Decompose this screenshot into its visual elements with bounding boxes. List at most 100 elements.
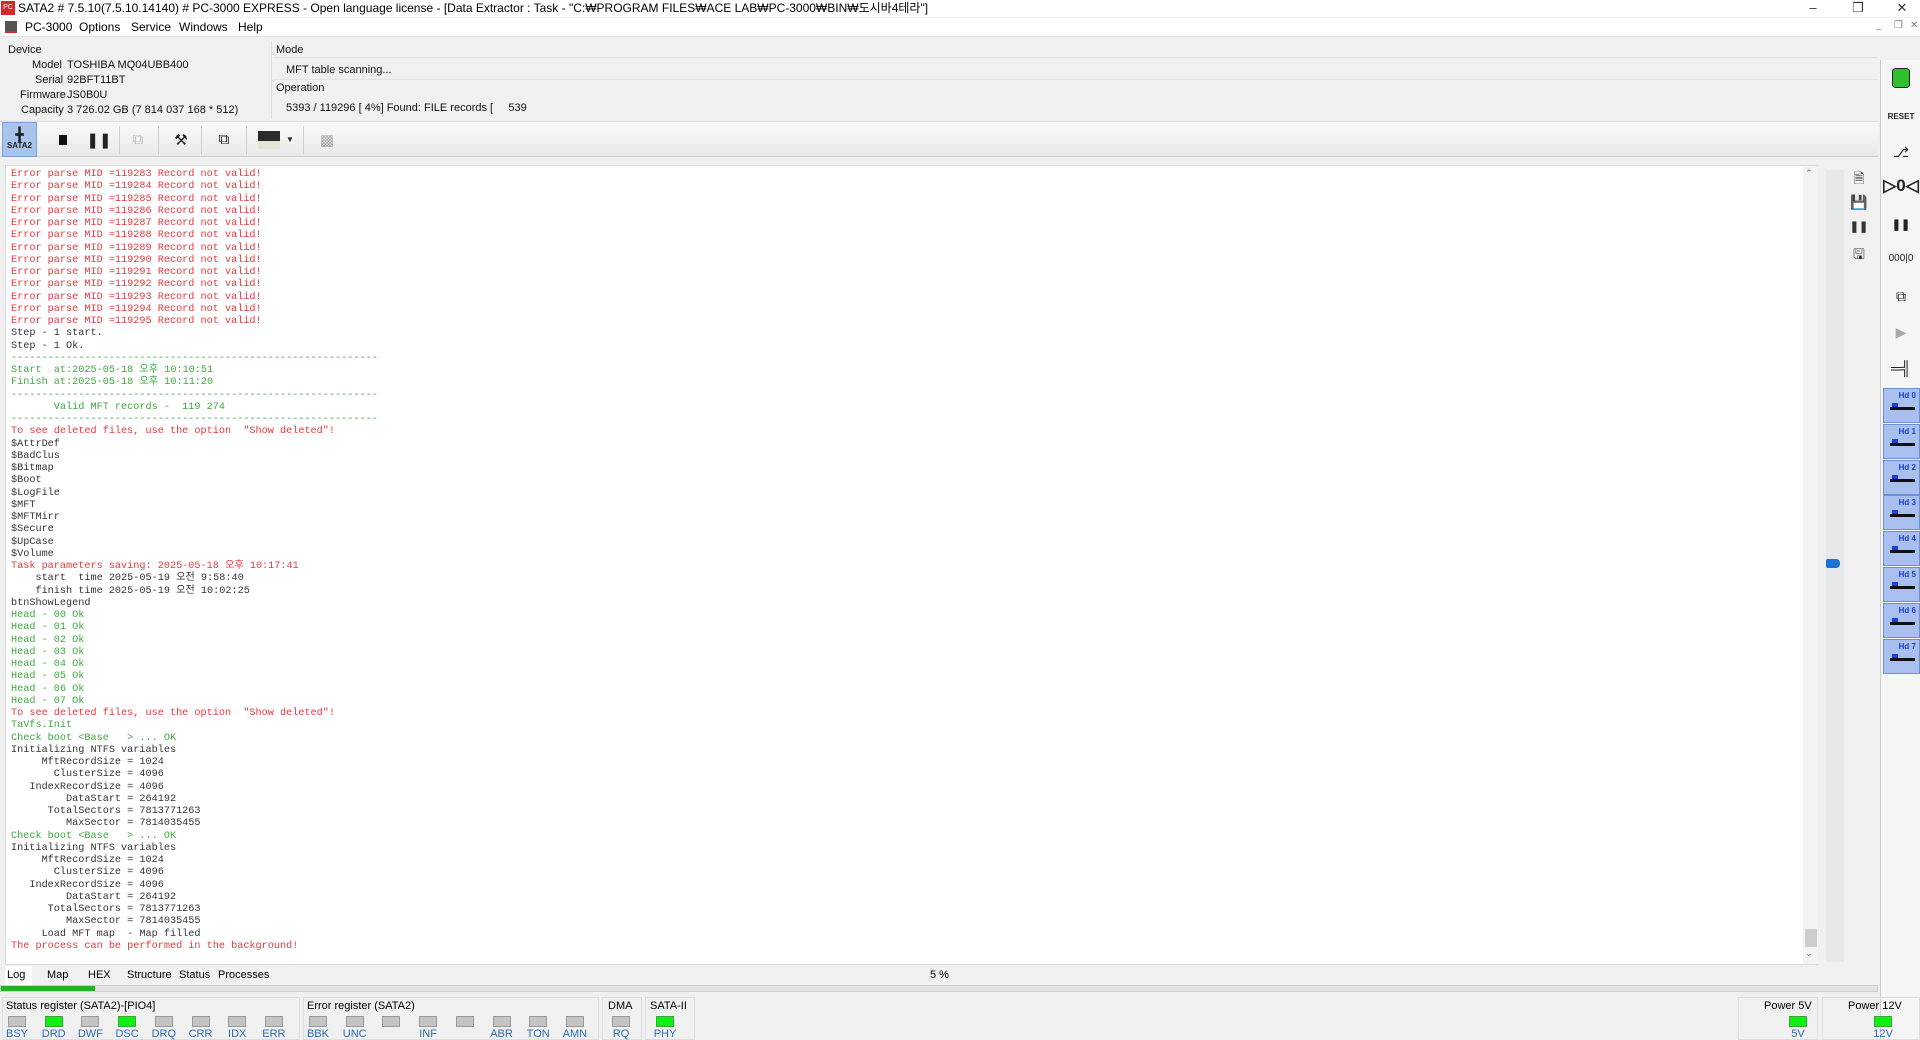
head-map-icon: ▩ (319, 131, 335, 149)
zero-button[interactable]: ▷0◁ (1883, 170, 1919, 202)
log-line: Head - 02 Ok (11, 634, 85, 646)
tab-hex[interactable]: HEX (86, 966, 113, 985)
scrollbar-thumb[interactable] (1805, 929, 1817, 947)
screen-button[interactable] (254, 122, 284, 157)
sector-button[interactable]: 000|0 (1883, 242, 1919, 274)
capacity-label: Capacity (21, 104, 64, 116)
tab-processes[interactable]: Processes (216, 966, 271, 985)
head-button-7[interactable]: Hd 7 (1883, 638, 1920, 674)
pause-right-button[interactable]: ❚❚ (1883, 208, 1919, 240)
head-button-3[interactable]: Hd 3 (1883, 495, 1920, 531)
led-rq (612, 1016, 630, 1027)
menu-pc3000[interactable]: PC-3000 (25, 20, 72, 35)
led-drd (44, 1016, 63, 1027)
log-line: Error parse MID =119292 Record not valid… (11, 279, 262, 291)
windows-icon: ⧉ (218, 131, 230, 148)
pause-log-icon[interactable]: ❚❚ (1848, 220, 1870, 240)
led-label: 12V (1873, 1028, 1893, 1040)
pages-button[interactable]: ⧉ (1883, 280, 1919, 312)
pause-button[interactable]: ❚❚ (81, 122, 117, 157)
drive-copy-button[interactable] (1883, 62, 1919, 94)
tab-structure[interactable]: Structure (125, 966, 174, 985)
open-file-icon[interactable]: 🗎 (1848, 168, 1870, 188)
log-line: Initializing NTFS variables (11, 744, 177, 756)
window-title: SATA2 # 7.5.10(7.5.10.14140) # PC-3000 E… (18, 1, 929, 15)
log-line: Error parse MID =119283 Record not valid… (11, 169, 262, 180)
led-blank (455, 1016, 474, 1027)
scroll-down-icon[interactable]: ⌄ (1805, 948, 1813, 959)
head-arm-icon (1890, 442, 1915, 446)
log-line: $AttrDef (11, 438, 60, 450)
log-line: Head - 04 Ok (11, 659, 85, 670)
log-line: $MFTMirr (11, 512, 60, 523)
log-line: Initializing NTFS variables (11, 842, 177, 854)
heads-button[interactable]: ═╣ (1883, 352, 1919, 384)
led-12v (1874, 1016, 1892, 1027)
save-icon[interactable]: 💾 (1848, 194, 1870, 214)
led-idx (228, 1016, 247, 1027)
toolbar: ╋ SATA2 ❚❚ ⧉ ⚒ ⧉ ▼ ▩ (0, 121, 1878, 157)
tools-button[interactable]: ⚒ (163, 122, 199, 157)
operation-value: 5393 / 119296 [ 4%] Found: FILE records … (286, 102, 527, 114)
menu-options[interactable]: Options (79, 20, 120, 35)
head-label: Hd 5 (1898, 570, 1916, 579)
head-map-button[interactable]: ▩ (309, 122, 345, 157)
mode-header: Mode (276, 44, 304, 56)
minimize-button[interactable]: – (1793, 0, 1833, 17)
head-button-1[interactable]: Hd 1 (1883, 423, 1920, 459)
menu-service[interactable]: Service (131, 20, 171, 35)
log-lines: Error parse MID =119283 Record not valid… (11, 169, 378, 953)
head-label: Hd 1 (1898, 426, 1916, 436)
menu-help[interactable]: Help (238, 20, 263, 35)
copy-windows-button[interactable]: ⧉ (206, 122, 242, 157)
tab-log[interactable]: Log (5, 966, 32, 985)
log-line: $LogFile (11, 487, 60, 499)
screen-dropdown[interactable]: ▼ (284, 122, 296, 157)
sector-icon: 000|0 (1888, 252, 1914, 264)
power-switch-button[interactable]: ⎇ (1883, 136, 1919, 168)
head-button-5[interactable]: Hd 5 (1883, 567, 1920, 602)
zero-icon: ▷0◁ (1883, 176, 1919, 195)
position-marker[interactable] (1826, 559, 1840, 568)
mdi-close-button[interactable]: ✕ (1910, 20, 1918, 31)
mdi-minimize-button[interactable]: _ (1876, 20, 1882, 31)
log-line: TotalSectors = 7813771263 (11, 904, 201, 915)
led-label: INF (419, 1028, 437, 1040)
tab-map[interactable]: Map (45, 966, 70, 985)
tab-status[interactable]: Status (177, 966, 212, 985)
log-line: Step - 1 Ok. (11, 340, 85, 352)
head-button-4[interactable]: Hd 4 (1883, 531, 1920, 567)
pause-icon: ❚❚ (86, 131, 112, 149)
head-button-0[interactable]: Hd 0 (1883, 388, 1920, 423)
led-ton (529, 1016, 548, 1027)
led-unc (345, 1016, 364, 1027)
sata2-label: SATA2 (6, 141, 33, 150)
close-button[interactable]: ✕ (1882, 0, 1920, 17)
export-button[interactable]: ⧉ (120, 122, 156, 157)
log-line: DataStart = 264192 (11, 891, 177, 903)
stop-button[interactable] (45, 122, 81, 157)
scroll-up-icon[interactable]: ⌃ (1805, 168, 1813, 179)
log-line: btnShowLegend (11, 597, 91, 609)
restore-icon[interactable]: ❐ (1838, 0, 1878, 17)
head-label: Hd 4 (1898, 534, 1916, 544)
head-button-6[interactable]: Hd 6 (1883, 602, 1920, 638)
menu-windows[interactable]: Windows (179, 20, 228, 35)
mdi-restore-button[interactable]: ❐ (1894, 20, 1903, 31)
led-label: BSY (5, 1028, 28, 1040)
log-scrollbar[interactable] (1803, 166, 1818, 964)
save-as-icon[interactable]: 🖫 (1848, 244, 1870, 264)
head-label: Hd 0 (1898, 391, 1916, 400)
head-label: Hd 3 (1898, 498, 1916, 508)
log-line: Error parse MID =119291 Record not valid… (11, 267, 262, 278)
power-switch-icon: ⎇ (1892, 143, 1910, 160)
head-arm-icon (1890, 478, 1915, 482)
head-button-2[interactable]: Hd 2 (1883, 459, 1920, 495)
log-line: To see deleted files, use the option "Sh… (11, 426, 336, 438)
sata2-port-button[interactable]: ╋ SATA2 (2, 122, 37, 157)
log-line: ClusterSize = 4096 (11, 867, 164, 879)
head-label: Hd 2 (1898, 462, 1916, 472)
led-label: UNC (342, 1028, 367, 1040)
reset-button[interactable]: RESET (1883, 100, 1919, 132)
play-heads-button[interactable]: ▶ (1883, 316, 1919, 348)
